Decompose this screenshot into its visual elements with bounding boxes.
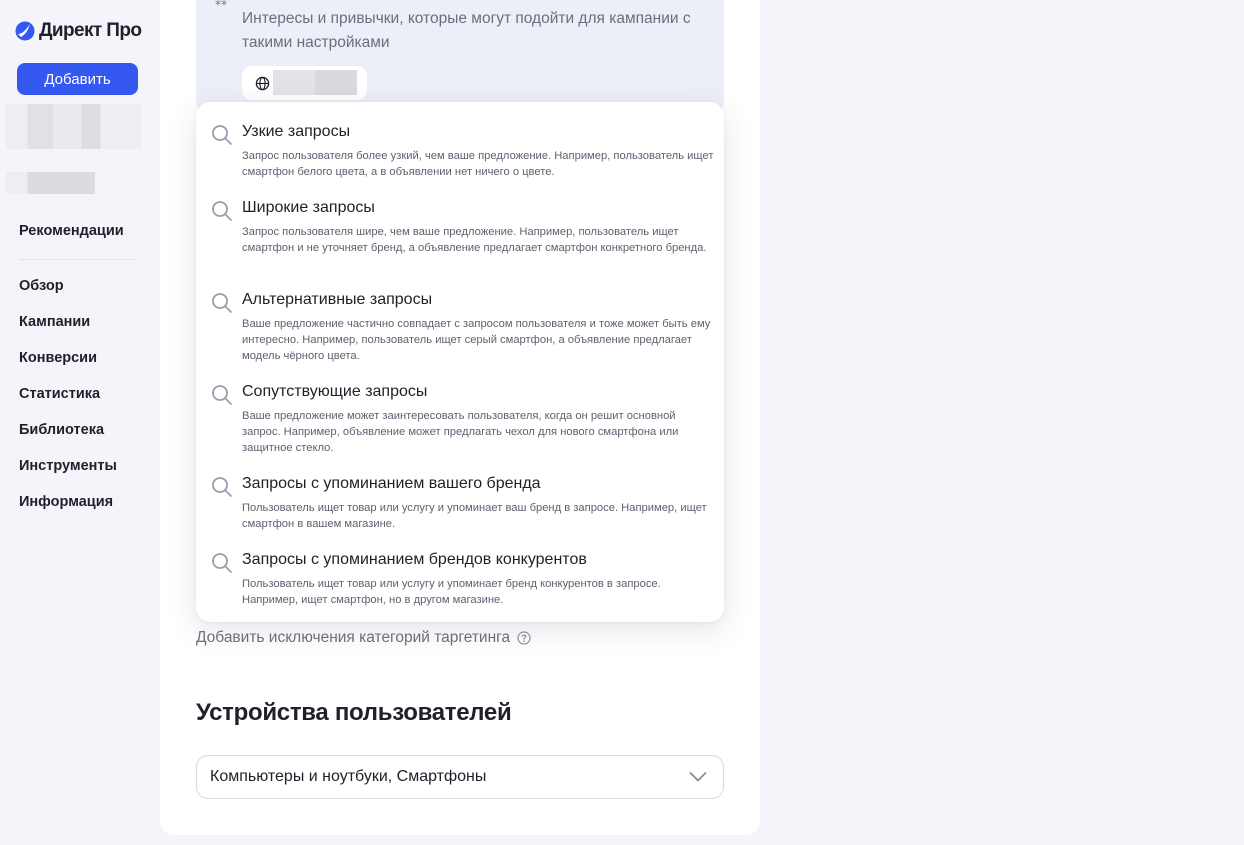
option-description: Запрос пользователя более узкий, чем ваш… xyxy=(242,150,714,178)
add-exclusions-label: Добавить исключения категорий таргетинга xyxy=(196,629,511,646)
option-title: Запросы с упоминанием брендов конкуренто… xyxy=(242,551,587,568)
option-title: Широкие запросы xyxy=(242,199,375,216)
sidebar-item-information[interactable]: Информация xyxy=(19,494,113,510)
sidebar-item-recommendations[interactable]: Рекомендации xyxy=(19,223,124,239)
sidebar-divider xyxy=(19,259,136,260)
option-description: Ваше предложение может заинтересовать по… xyxy=(242,410,679,454)
sidebar-item-tools[interactable]: Инструменты xyxy=(19,458,117,474)
option-broad-queries[interactable]: Широкие запросы Запрос пользователя шире… xyxy=(196,199,724,275)
option-title: Альтернативные запросы xyxy=(242,291,433,308)
devices-section-title: Устройства пользователей xyxy=(196,699,512,726)
search-icon xyxy=(212,477,232,497)
logo[interactable]: Директ Про xyxy=(15,20,142,42)
add-exclusions-link[interactable]: Добавить исключения категорий таргетинга xyxy=(196,629,531,647)
search-icon xyxy=(212,553,232,573)
sidebar-item-statistics[interactable]: Статистика xyxy=(19,386,100,402)
search-icon xyxy=(212,125,232,145)
option-title: Сопутствующие запросы xyxy=(242,383,428,400)
query-type-dropdown: Узкие запросы Запрос пользователя более … xyxy=(196,102,724,622)
interests-description: Интересы и привычки, которые могут подой… xyxy=(242,10,691,51)
option-description: Пользователь ищет товар или услугу и упо… xyxy=(242,578,661,606)
option-competitor-brand-queries[interactable]: Запросы с упоминанием брендов конкуренто… xyxy=(196,551,724,611)
option-description: Ваше предложение частично совпадает с за… xyxy=(242,318,711,362)
account-placeholder xyxy=(6,104,141,149)
option-title: Запросы с упоминанием вашего бренда xyxy=(242,475,541,492)
option-title: Узкие запросы xyxy=(242,123,351,140)
devices-select[interactable]: Компьютеры и ноутбуки, Смартфоны xyxy=(196,755,724,799)
search-icon xyxy=(212,385,232,405)
option-related-queries[interactable]: Сопутствующие запросы Ваше предложение м… xyxy=(196,383,724,459)
help-icon[interactable] xyxy=(517,631,531,645)
globe-icon xyxy=(255,76,270,91)
sparkle-icon: ⁂ xyxy=(215,0,227,8)
search-icon xyxy=(212,201,232,221)
sidebar-item-library[interactable]: Библиотека xyxy=(19,422,104,438)
direct-logo-icon xyxy=(15,21,35,41)
chip-label-placeholder xyxy=(273,70,357,95)
login-placeholder xyxy=(6,172,95,194)
sidebar-item-conversions[interactable]: Конверсии xyxy=(19,350,97,366)
option-narrow-queries[interactable]: Узкие запросы Запрос пользователя более … xyxy=(196,123,724,183)
option-own-brand-queries[interactable]: Запросы с упоминанием вашего бренда Поль… xyxy=(196,475,724,535)
search-icon xyxy=(212,293,232,313)
sidebar-item-campaigns[interactable]: Кампании xyxy=(19,314,90,330)
add-button[interactable]: Добавить xyxy=(17,63,138,95)
option-alternative-queries[interactable]: Альтернативные запросы Ваше предложение … xyxy=(196,291,724,367)
option-description: Запрос пользователя шире, чем ваше предл… xyxy=(242,226,707,254)
sidebar: Директ Про Добавить Рекомендации Обзор К… xyxy=(0,0,160,845)
devices-select-value: Компьютеры и ноутбуки, Смартфоны xyxy=(210,768,487,785)
interest-chip[interactable] xyxy=(242,66,367,100)
sidebar-item-overview[interactable]: Обзор xyxy=(19,278,64,294)
logo-text: Директ Про xyxy=(39,20,142,41)
chevron-down-icon xyxy=(689,772,707,782)
option-description: Пользователь ищет товар или услугу и упо… xyxy=(242,502,707,530)
